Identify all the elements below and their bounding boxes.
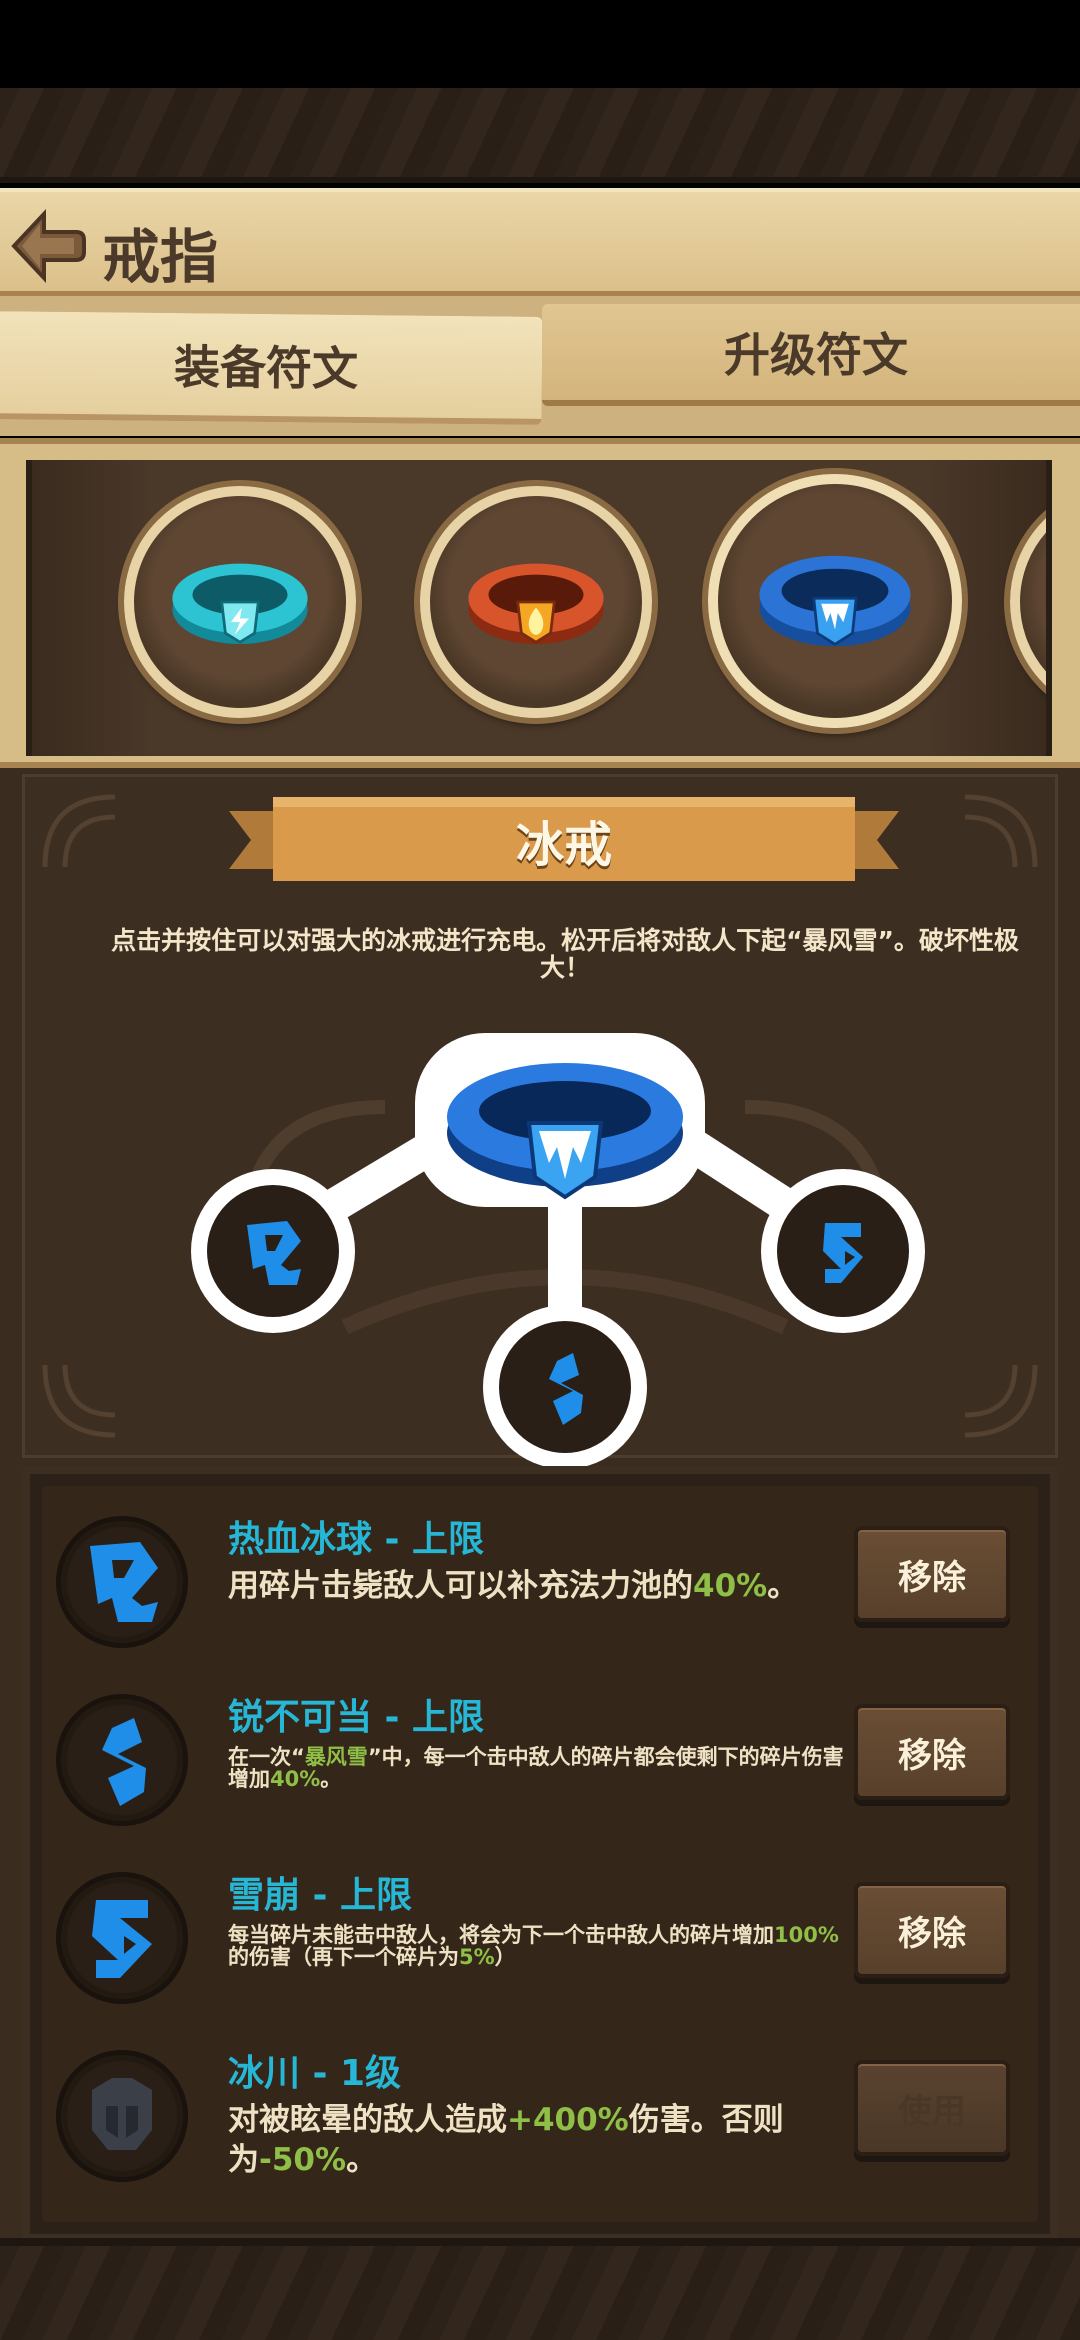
corner-ornament-icon bbox=[42, 794, 116, 868]
green-ring-icon[interactable] bbox=[1010, 486, 1046, 718]
rune-hook-icon[interactable] bbox=[231, 1211, 315, 1295]
rune-z-icon bbox=[56, 1872, 188, 2004]
rune-title: 冰川 - 1级 bbox=[228, 2053, 402, 2094]
lightning-ring-icon[interactable] bbox=[124, 486, 356, 718]
title-bar: 戒指 bbox=[0, 188, 1080, 296]
ring-detail-panel: 冰戒 点击并按住可以对强大的冰戒进行充电。松开后将对敌人下起“暴风雪”。破坏性极… bbox=[0, 768, 1080, 2242]
list-item: 锐不可当 - 上限 在一次“暴风雪”中，每一个击中敌人的碎片都会使剩下的碎片伤害… bbox=[42, 1664, 1038, 1840]
list-item: 热血冰球 - 上限 用碎片击毙敌人可以补充法力池的40%。 移除 bbox=[42, 1486, 1038, 1662]
list-item: 冰川 - 1级 对被眩晕的敌人造成+400%伤害。否则为-50%。 使用 bbox=[42, 2020, 1038, 2196]
top-wood-banner bbox=[0, 88, 1080, 183]
fire-ring-icon[interactable] bbox=[420, 486, 652, 718]
status-bar bbox=[0, 0, 1080, 88]
rune-tree bbox=[191, 1033, 925, 1469]
ring-carousel[interactable] bbox=[26, 460, 1052, 756]
rune-description: 用碎片击毙敌人可以补充法力池的40%。 bbox=[228, 1568, 799, 1604]
ring-name: 冰戒 bbox=[515, 817, 612, 873]
tab-upgrade-runes[interactable]: 升级符文 bbox=[542, 304, 1080, 406]
rune-description: 在一次“暴风雪”中，每一个击中敌人的碎片都会使剩下的碎片伤害增加40%。 bbox=[228, 1745, 844, 1791]
rune-hook-icon bbox=[56, 1516, 188, 1648]
list-item: 雪崩 - 上限 每当碎片未能击中敌人，将会为下一个击中敌人的碎片增加100%的伤… bbox=[42, 1842, 1038, 2018]
rune-list-inner: 热血冰球 - 上限 用碎片击毙敌人可以补充法力池的40%。 移除 锐不可当 - … bbox=[42, 1486, 1038, 2222]
ring-name-banner: 冰戒 bbox=[229, 791, 899, 881]
rune-helmet-icon bbox=[56, 2050, 188, 2182]
rune-title: 锐不可当 - 上限 bbox=[228, 1697, 485, 1738]
remove-button[interactable]: 移除 bbox=[854, 1526, 1010, 1622]
rune-s-icon bbox=[56, 1694, 188, 1826]
rune-title: 热血冰球 - 上限 bbox=[228, 1519, 485, 1560]
ring-detail-frame: 冰戒 点击并按住可以对强大的冰戒进行充电。松开后将对敌人下起“暴风雪”。破坏性极… bbox=[22, 774, 1058, 1469]
bottom-wood-banner bbox=[0, 2238, 1080, 2340]
tab-equip-runes[interactable]: 装备符文 bbox=[0, 311, 543, 425]
rune-s-icon[interactable] bbox=[523, 1347, 607, 1431]
remove-button[interactable]: 移除 bbox=[854, 1704, 1010, 1800]
rune-title: 雪崩 - 上限 bbox=[228, 1875, 413, 1916]
ring-description: 点击并按住可以对强大的冰戒进行充电。松开后将对敌人下起“暴风雪”。破坏性极大！ bbox=[111, 926, 1019, 982]
ring-carousel-frame bbox=[0, 438, 1080, 768]
ice-ring-icon[interactable] bbox=[708, 474, 962, 728]
use-button[interactable]: 使用 bbox=[854, 2060, 1010, 2156]
rune-description: 对被眩晕的敌人造成+400%伤害。否则为-50%。 bbox=[228, 2102, 784, 2178]
back-arrow-icon[interactable] bbox=[10, 208, 86, 284]
rune-z-icon[interactable] bbox=[801, 1211, 885, 1295]
rune-list: 热血冰球 - 上限 用碎片击毙敌人可以补充法力池的40%。 移除 锐不可当 - … bbox=[22, 1466, 1058, 2242]
rune-description: 每当碎片未能击中敌人，将会为下一个击中敌人的碎片增加100%的伤害（再下一个碎片… bbox=[228, 1923, 839, 1969]
remove-button[interactable]: 移除 bbox=[854, 1882, 1010, 1978]
page-title: 戒指 bbox=[102, 223, 219, 291]
tab-strip: 装备符文 升级符文 bbox=[0, 296, 1080, 436]
corner-ornament-icon bbox=[964, 794, 1038, 868]
